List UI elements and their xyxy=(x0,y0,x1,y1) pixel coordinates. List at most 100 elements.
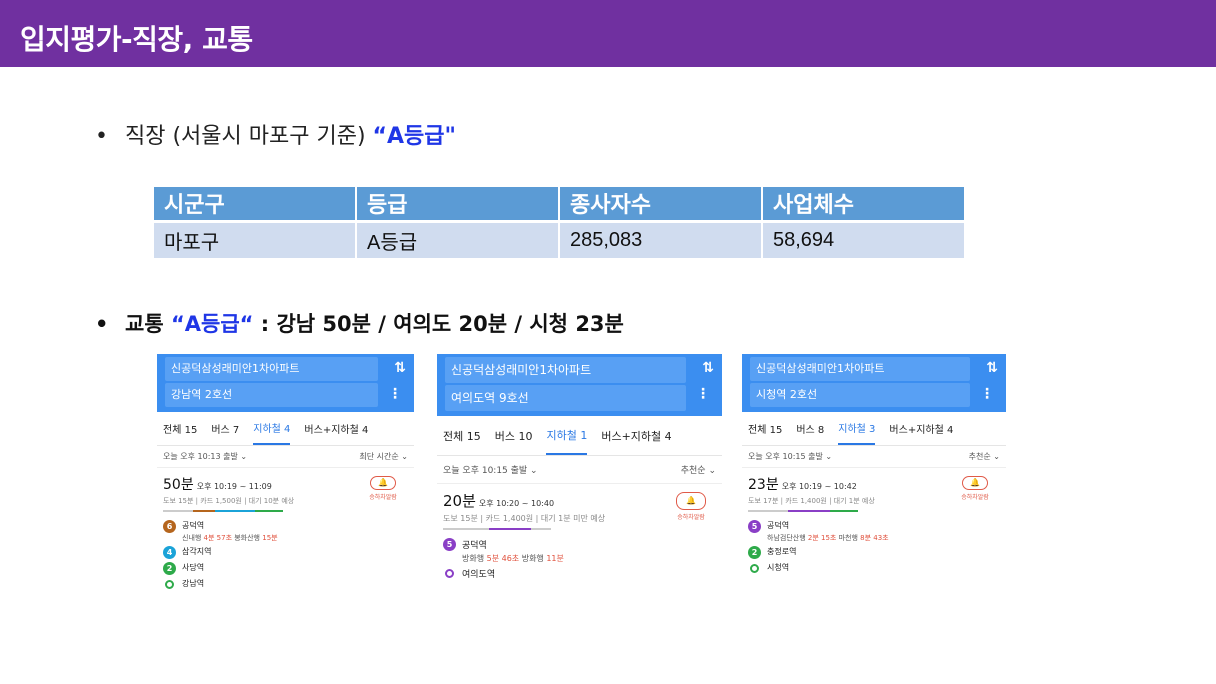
station-name: 공덕역 xyxy=(462,541,487,551)
transport-tab[interactable]: 전체 15 xyxy=(443,416,481,455)
table-header: 시군구 xyxy=(154,187,357,221)
route-segment xyxy=(748,510,788,512)
arrival-time: 2분 15초 xyxy=(807,534,837,542)
destination-field[interactable]: 여의도역 9호선 xyxy=(445,385,686,411)
departure-time-select[interactable]: 오늘 오후 10:15 출발 ⌄ xyxy=(443,463,538,476)
station-list: 5 공덕역방화행 5분 46초 방화행 11분여의도역 xyxy=(437,530,722,580)
bell-icon: 🔔 xyxy=(370,476,396,490)
time-range: 오후 10:20 ~ 10:40 xyxy=(478,499,555,508)
station-name: 공덕역 xyxy=(767,521,790,530)
station-name: 시청역 xyxy=(767,563,790,572)
alarm-label: 승하차알람 xyxy=(961,494,989,501)
route-summary[interactable]: 50분 오후 10:19 ~ 11:09 도보 15분 | 카드 1,500원 |… xyxy=(157,468,414,512)
travel-duration: 20분 xyxy=(443,492,476,510)
arrival-time: 11분 xyxy=(546,554,564,563)
bullet-transport-times: : 강남 50분 / 여의도 20분 / 시청 23분 xyxy=(253,312,624,336)
swap-icon[interactable]: ⇅ xyxy=(702,360,714,376)
alarm-button[interactable]: 🔔 승하차알람 xyxy=(956,476,994,501)
transport-tab[interactable]: 버스 7 xyxy=(211,412,239,445)
arrival-info: 방화행 5분 46초 방화행 11분 xyxy=(462,553,564,564)
title-bar: 입지평가-직장, 교통 xyxy=(0,0,1216,67)
subway-line-badge: 5 xyxy=(443,538,456,551)
direction-label: 방화행 xyxy=(519,554,547,563)
transport-tab[interactable]: 지하철 4 xyxy=(253,412,291,445)
transport-tab[interactable]: 지하철 3 xyxy=(838,412,876,445)
departure-time-select[interactable]: 오늘 오후 10:13 출발 ⌄ xyxy=(163,451,247,462)
transport-tab[interactable]: 버스+지하철 4 xyxy=(889,412,953,445)
station-stop[interactable]: 여의도역 xyxy=(443,567,716,580)
station-stop[interactable]: 2 사당역 xyxy=(163,562,408,575)
arrival-time: 15분 xyxy=(262,534,278,542)
station-stop[interactable]: 시청역 xyxy=(748,562,1000,573)
bullet-transport-grade: “A등급“ xyxy=(170,312,254,336)
station-list: 5 공덕역 하남검단산행 2분 15초 마천행 8분 43초 2 충정로역 시청역 xyxy=(742,512,1006,573)
more-options-icon[interactable]: ⋮ xyxy=(980,386,994,402)
route-summary[interactable]: 20분 오후 10:20 ~ 10:40 도보 15분 | 카드 1,400원 |… xyxy=(437,484,722,530)
more-options-icon[interactable]: ⋮ xyxy=(388,386,402,402)
transport-tab[interactable]: 전체 15 xyxy=(748,412,782,445)
route-screenshot: 신공덕삼성래미안1차아파트 강남역 2호선 ⇅ ⋮ 전체 15 버스 7 지하철 4… xyxy=(157,354,414,620)
station-stop[interactable]: 2 충정로역 xyxy=(748,546,1000,559)
bullet-transport: • 교통 “A등급“ : 강남 50분 / 여의도 20분 / 시청 23분 xyxy=(95,314,624,335)
alarm-button[interactable]: 🔔 승하차알람 xyxy=(364,476,402,501)
table-header: 사업체수 xyxy=(762,187,964,221)
station-name: 삼각지역 xyxy=(182,547,212,556)
transport-tab[interactable]: 버스 10 xyxy=(495,416,533,455)
station-name: 여의도역 xyxy=(462,570,496,580)
sort-order-select[interactable]: 추천순 ⌄ xyxy=(681,463,716,476)
destination-dot-icon xyxy=(445,569,454,578)
table-cell: A등급 xyxy=(356,219,560,258)
transport-tab[interactable]: 버스+지하철 4 xyxy=(304,412,368,445)
destination-field[interactable]: 시청역 2호선 xyxy=(750,383,970,407)
direction-label: 신내행 xyxy=(182,534,204,542)
destination-dot-icon xyxy=(750,564,759,573)
travel-duration: 23분 xyxy=(748,477,779,493)
search-header: 신공덕삼성래미안1차아파트 시청역 2호선 ⇅ ⋮ xyxy=(742,354,1006,412)
route-segment xyxy=(163,510,193,512)
route-bar xyxy=(163,510,283,512)
origin-field[interactable]: 신공덕삼성래미안1차아파트 xyxy=(165,357,378,381)
table-cell: 285,083 xyxy=(559,219,763,258)
arrival-time: 8분 43초 xyxy=(860,534,889,542)
subway-line-badge: 5 xyxy=(748,520,761,533)
transport-tab[interactable]: 버스 8 xyxy=(796,412,824,445)
slide-title: 입지평가-직장, 교통 xyxy=(20,23,253,56)
table-cell: 58,694 xyxy=(762,219,964,258)
station-list: 6 공덕역 신내행 4분 57초 봉화산행 15분 4 삼각지역 2 사당역 강남역 xyxy=(157,512,414,589)
bullet-workplace-text: 직장 (서울시 마포구 기준) xyxy=(125,124,373,149)
table-header-row: 시군구 등급 종사자수 사업체수 xyxy=(154,187,964,221)
time-range: 오후 10:19 ~ 10:42 xyxy=(781,482,857,491)
route-bar xyxy=(443,528,563,530)
sort-row: 오늘 오후 10:15 출발 ⌄ 추천순 ⌄ xyxy=(742,446,1006,468)
transport-tab[interactable]: 버스+지하철 4 xyxy=(601,416,671,455)
departure-time-select[interactable]: 오늘 오후 10:15 출발 ⌄ xyxy=(748,451,832,462)
sort-order-select[interactable]: 최단 시간순 ⌄ xyxy=(359,451,408,462)
sort-order-select[interactable]: 추천순 ⌄ xyxy=(969,451,1000,462)
more-options-icon[interactable]: ⋮ xyxy=(696,386,710,402)
station-stop[interactable]: 5 공덕역 하남검단산행 2분 15초 마천행 8분 43초 xyxy=(748,520,1000,543)
station-stop[interactable]: 강남역 xyxy=(163,578,408,589)
station-stop[interactable]: 6 공덕역 신내행 4분 57초 봉화산행 15분 xyxy=(163,520,408,543)
destination-field[interactable]: 강남역 2호선 xyxy=(165,383,378,407)
station-name: 충정로역 xyxy=(767,547,797,556)
workplace-table: 시군구 등급 종사자수 사업체수 마포구 A등급 285,083 58,694 xyxy=(154,187,964,258)
subway-line-badge: 2 xyxy=(163,562,176,575)
origin-field[interactable]: 신공덕삼성래미안1차아파트 xyxy=(750,357,970,381)
search-header: 신공덕삼성래미안1차아파트 여의도역 9호선 ⇅ ⋮ xyxy=(437,354,722,416)
swap-icon[interactable]: ⇅ xyxy=(986,360,998,376)
route-segment xyxy=(531,528,551,530)
route-segment xyxy=(788,510,830,512)
station-name: 강남역 xyxy=(182,579,205,588)
transport-tab[interactable]: 지하철 1 xyxy=(546,416,588,455)
route-summary[interactable]: 23분 오후 10:19 ~ 10:42 도보 17분 | 카드 1,400원 |… xyxy=(742,468,1006,512)
route-segment xyxy=(255,510,283,512)
station-name: 공덕역 xyxy=(182,521,205,530)
station-stop[interactable]: 4 삼각지역 xyxy=(163,546,408,559)
route-segment xyxy=(193,510,215,512)
transport-tabs: 전체 15 버스 8 지하철 3 버스+지하철 4 xyxy=(742,412,1006,446)
origin-field[interactable]: 신공덕삼성래미안1차아파트 xyxy=(445,357,686,383)
transport-tab[interactable]: 전체 15 xyxy=(163,412,197,445)
station-stop[interactable]: 5 공덕역방화행 5분 46초 방화행 11분 xyxy=(443,538,716,564)
alarm-button[interactable]: 🔔 승하차알람 xyxy=(672,492,710,521)
swap-icon[interactable]: ⇅ xyxy=(394,360,406,376)
